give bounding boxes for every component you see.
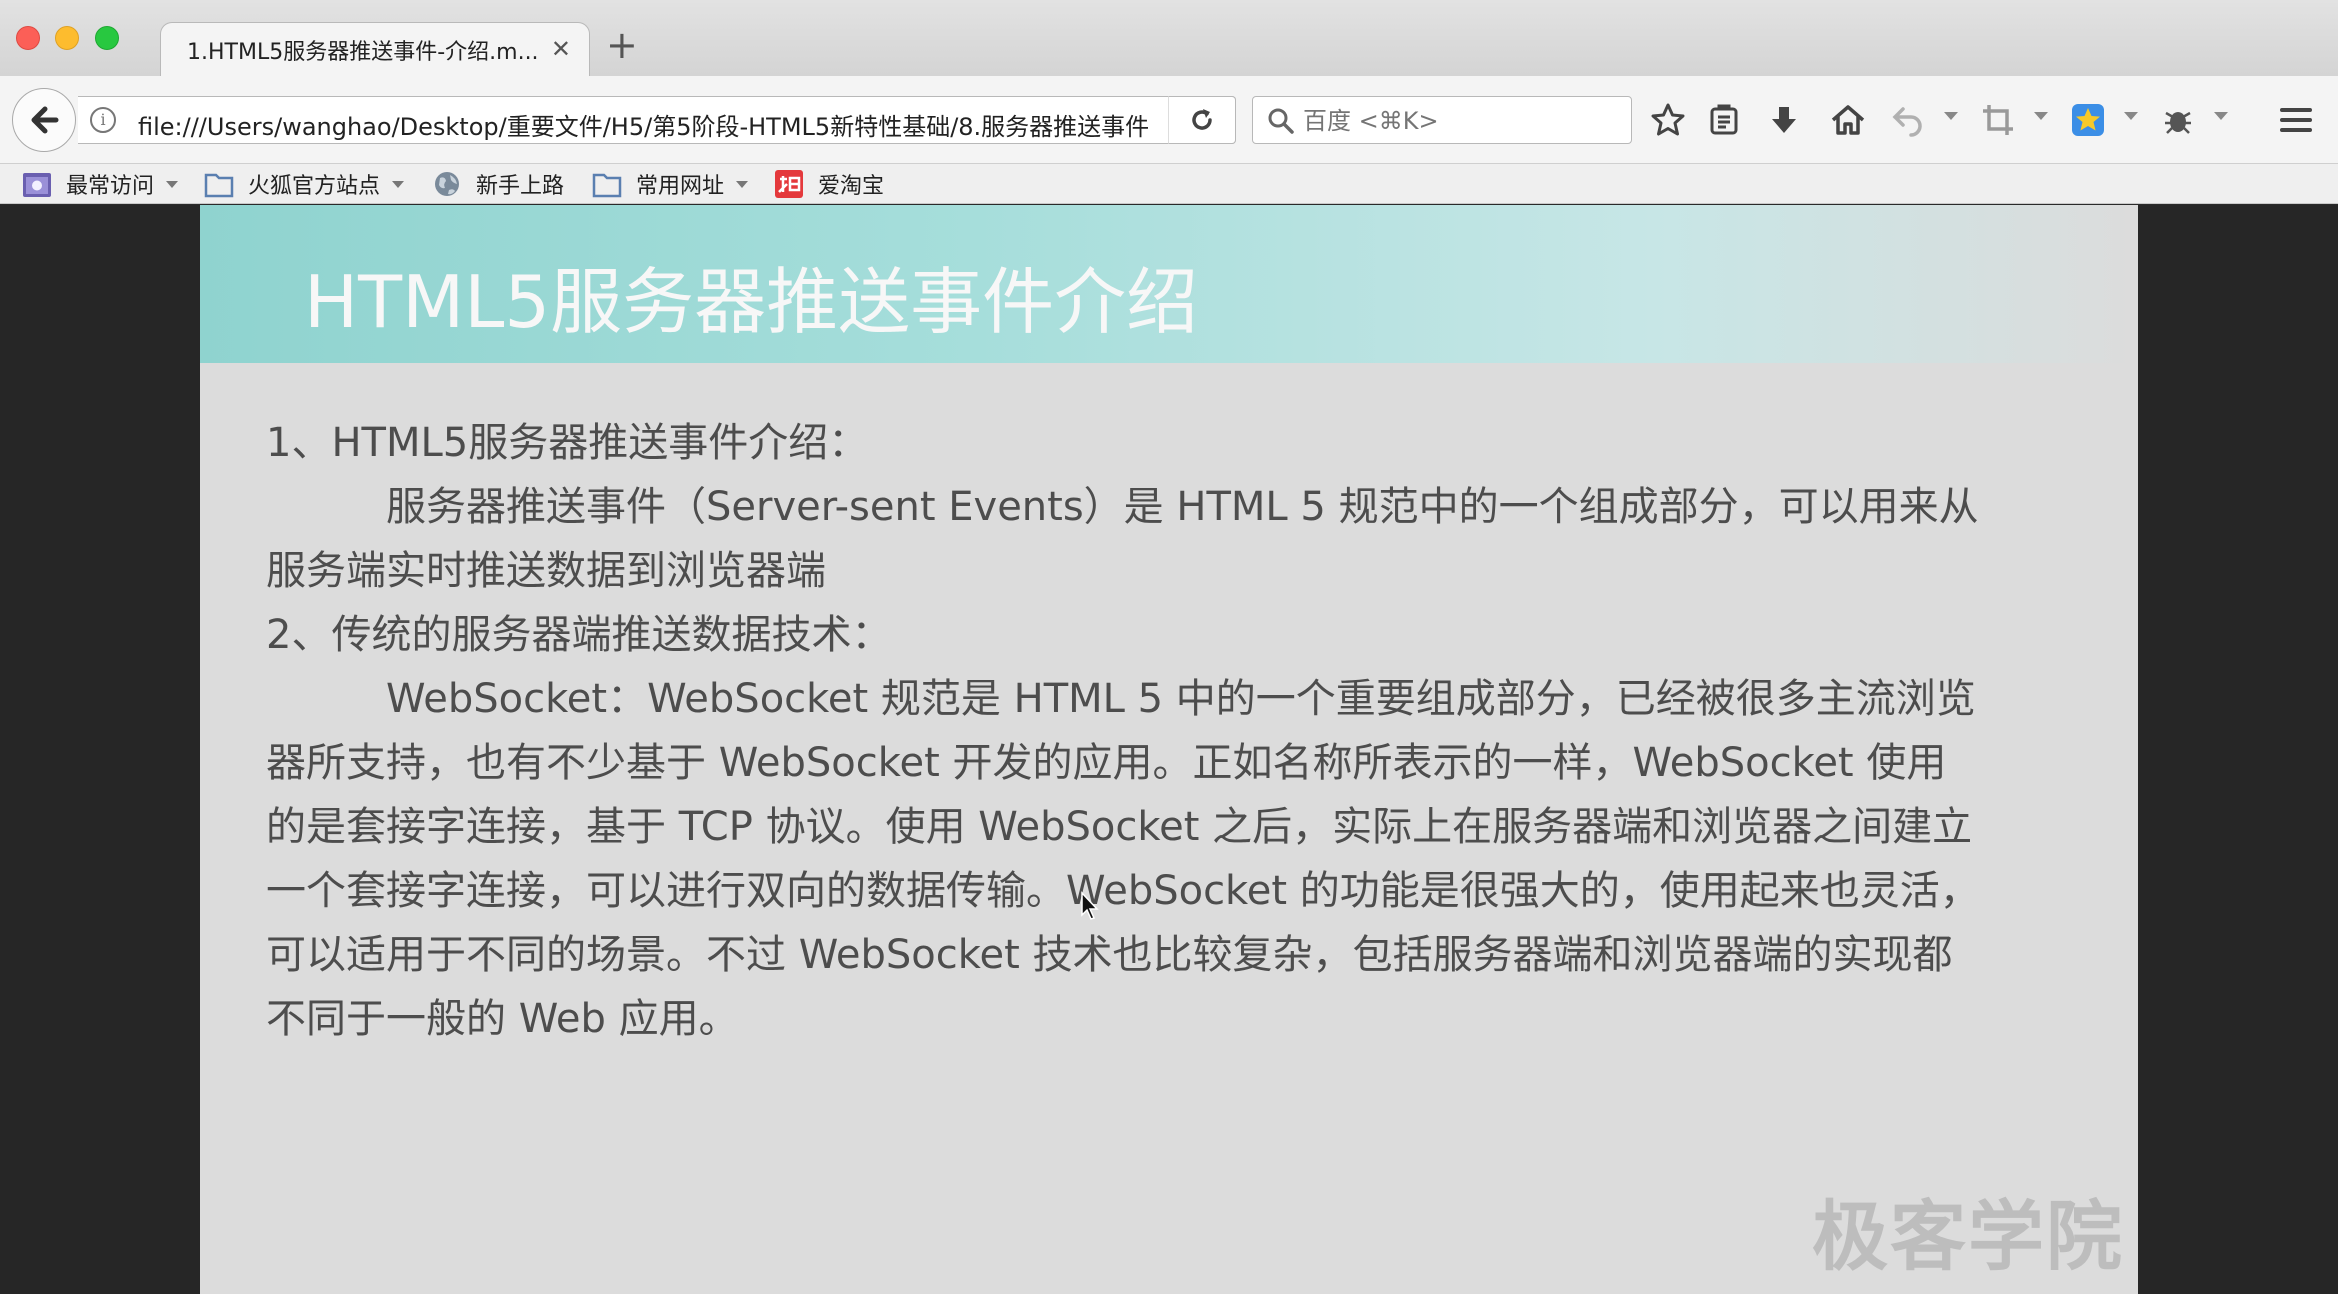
most-visited-icon xyxy=(23,173,51,197)
site-info-icon[interactable]: i xyxy=(90,107,116,133)
bookmark-star-button[interactable] xyxy=(1646,98,1690,142)
extension-dropdown-icon[interactable] xyxy=(2214,112,2228,120)
screenshot-dropdown-icon[interactable] xyxy=(2034,112,2048,120)
slide-body: 1、HTML5服务器推送事件介绍： 服务器推送事件（Server-sent Ev… xyxy=(266,411,1986,1051)
search-bar[interactable] xyxy=(1252,96,1632,144)
favorites-button[interactable] xyxy=(2066,98,2110,142)
bookmark-label: 常用网址 xyxy=(636,174,725,199)
chevron-down-icon xyxy=(392,180,405,188)
bookmark-label: 最常访问 xyxy=(66,174,155,199)
reload-icon xyxy=(1192,109,1212,130)
page-viewport[interactable]: HTML5服务器推送事件介绍 1、HTML5服务器推送事件介绍： 服务器推送事件… xyxy=(0,205,2338,1294)
presentation-slide: HTML5服务器推送事件介绍 1、HTML5服务器推送事件介绍： 服务器推送事件… xyxy=(200,205,2138,1294)
back-arrow-icon xyxy=(31,106,59,134)
mouse-cursor-icon xyxy=(1081,891,1099,920)
search-input[interactable] xyxy=(1303,103,1623,139)
section-paragraph-1: 服务器推送事件（Server-sent Events）是 HTML 5 规范中的… xyxy=(266,484,1979,594)
bookmarks-toolbar: 最常访问 火狐官方站点 新手上路 常用网址 爱淘宝 xyxy=(0,164,2338,204)
bookmark-firefox-sites[interactable]: 火狐官方站点 xyxy=(204,168,405,200)
clipboard-icon xyxy=(1710,104,1738,135)
slide-header-banner: HTML5服务器推送事件介绍 xyxy=(200,205,2138,363)
bookmark-label: 新手上路 xyxy=(476,174,565,199)
bookmark-common-sites[interactable]: 常用网址 xyxy=(592,168,749,200)
section-paragraph-2: WebSocket：WebSocket 规范是 HTML 5 中的一个重要组成部… xyxy=(266,676,1980,1042)
url-text[interactable]: file:///Users/wanghao/Desktop/重要文件/H5/第5… xyxy=(138,107,1188,142)
folder-icon xyxy=(204,173,234,198)
hamburger-menu-icon xyxy=(2280,108,2312,132)
section-heading-2: 2、传统的服务器端推送数据技术： xyxy=(266,612,892,658)
chevron-down-icon xyxy=(736,180,749,188)
home-icon xyxy=(1831,105,1865,135)
favorites-dropdown-icon[interactable] xyxy=(2124,112,2138,120)
active-tab[interactable]: 1.HTML5服务器推送事件-介绍.m... ✕ xyxy=(160,22,590,76)
window-close-button[interactable] xyxy=(16,26,40,50)
bookmark-label: 爱淘宝 xyxy=(818,174,885,199)
menu-button[interactable] xyxy=(2274,98,2318,142)
star-icon xyxy=(1651,103,1685,136)
watermark-logo: 极客学院 xyxy=(1812,1192,2124,1281)
globe-icon xyxy=(435,172,459,196)
crop-icon xyxy=(1983,105,2013,135)
undo-dropdown-icon[interactable] xyxy=(1944,112,1958,120)
chevron-down-icon xyxy=(166,180,179,188)
section-heading-1: 1、HTML5服务器推送事件介绍： xyxy=(266,420,869,466)
back-button[interactable] xyxy=(12,88,76,152)
tab-title: 1.HTML5服务器推送事件-介绍.m... xyxy=(187,39,537,65)
bookmark-aitaobao[interactable]: 爱淘宝 xyxy=(774,168,884,200)
reading-list-button[interactable] xyxy=(1702,98,1746,142)
extension-button[interactable] xyxy=(2156,98,2200,142)
undo-button[interactable] xyxy=(1886,98,1930,142)
folder-icon xyxy=(592,173,622,198)
bookmark-label: 火狐官方站点 xyxy=(248,174,381,199)
taobao-icon xyxy=(775,170,803,198)
screenshot-button[interactable] xyxy=(1976,98,2020,142)
window-minimize-button[interactable] xyxy=(55,26,79,50)
title-bar: 1.HTML5服务器推送事件-介绍.m... ✕ + xyxy=(0,0,2338,76)
slide-title: HTML5服务器推送事件介绍 xyxy=(304,260,1199,344)
new-tab-button[interactable]: + xyxy=(606,26,638,64)
downloads-button[interactable] xyxy=(1762,98,1806,142)
bookmark-getting-started[interactable]: 新手上路 xyxy=(432,168,564,200)
bug-extension-icon xyxy=(2165,111,2191,134)
tab-close-icon[interactable]: ✕ xyxy=(551,35,571,63)
window-zoom-button[interactable] xyxy=(95,26,119,50)
undo-arrow-icon xyxy=(1892,107,1922,137)
url-bar[interactable]: i file:///Users/wanghao/Desktop/重要文件/H5/… xyxy=(78,96,1236,144)
search-icon xyxy=(1268,108,1294,134)
reload-button[interactable] xyxy=(1168,96,1236,144)
favorite-star-icon xyxy=(2072,104,2104,136)
download-arrow-icon xyxy=(1772,107,1796,133)
bookmark-most-visited[interactable]: 最常访问 xyxy=(22,168,179,200)
home-button[interactable] xyxy=(1826,98,1870,142)
navigation-toolbar: i file:///Users/wanghao/Desktop/重要文件/H5/… xyxy=(0,76,2338,164)
